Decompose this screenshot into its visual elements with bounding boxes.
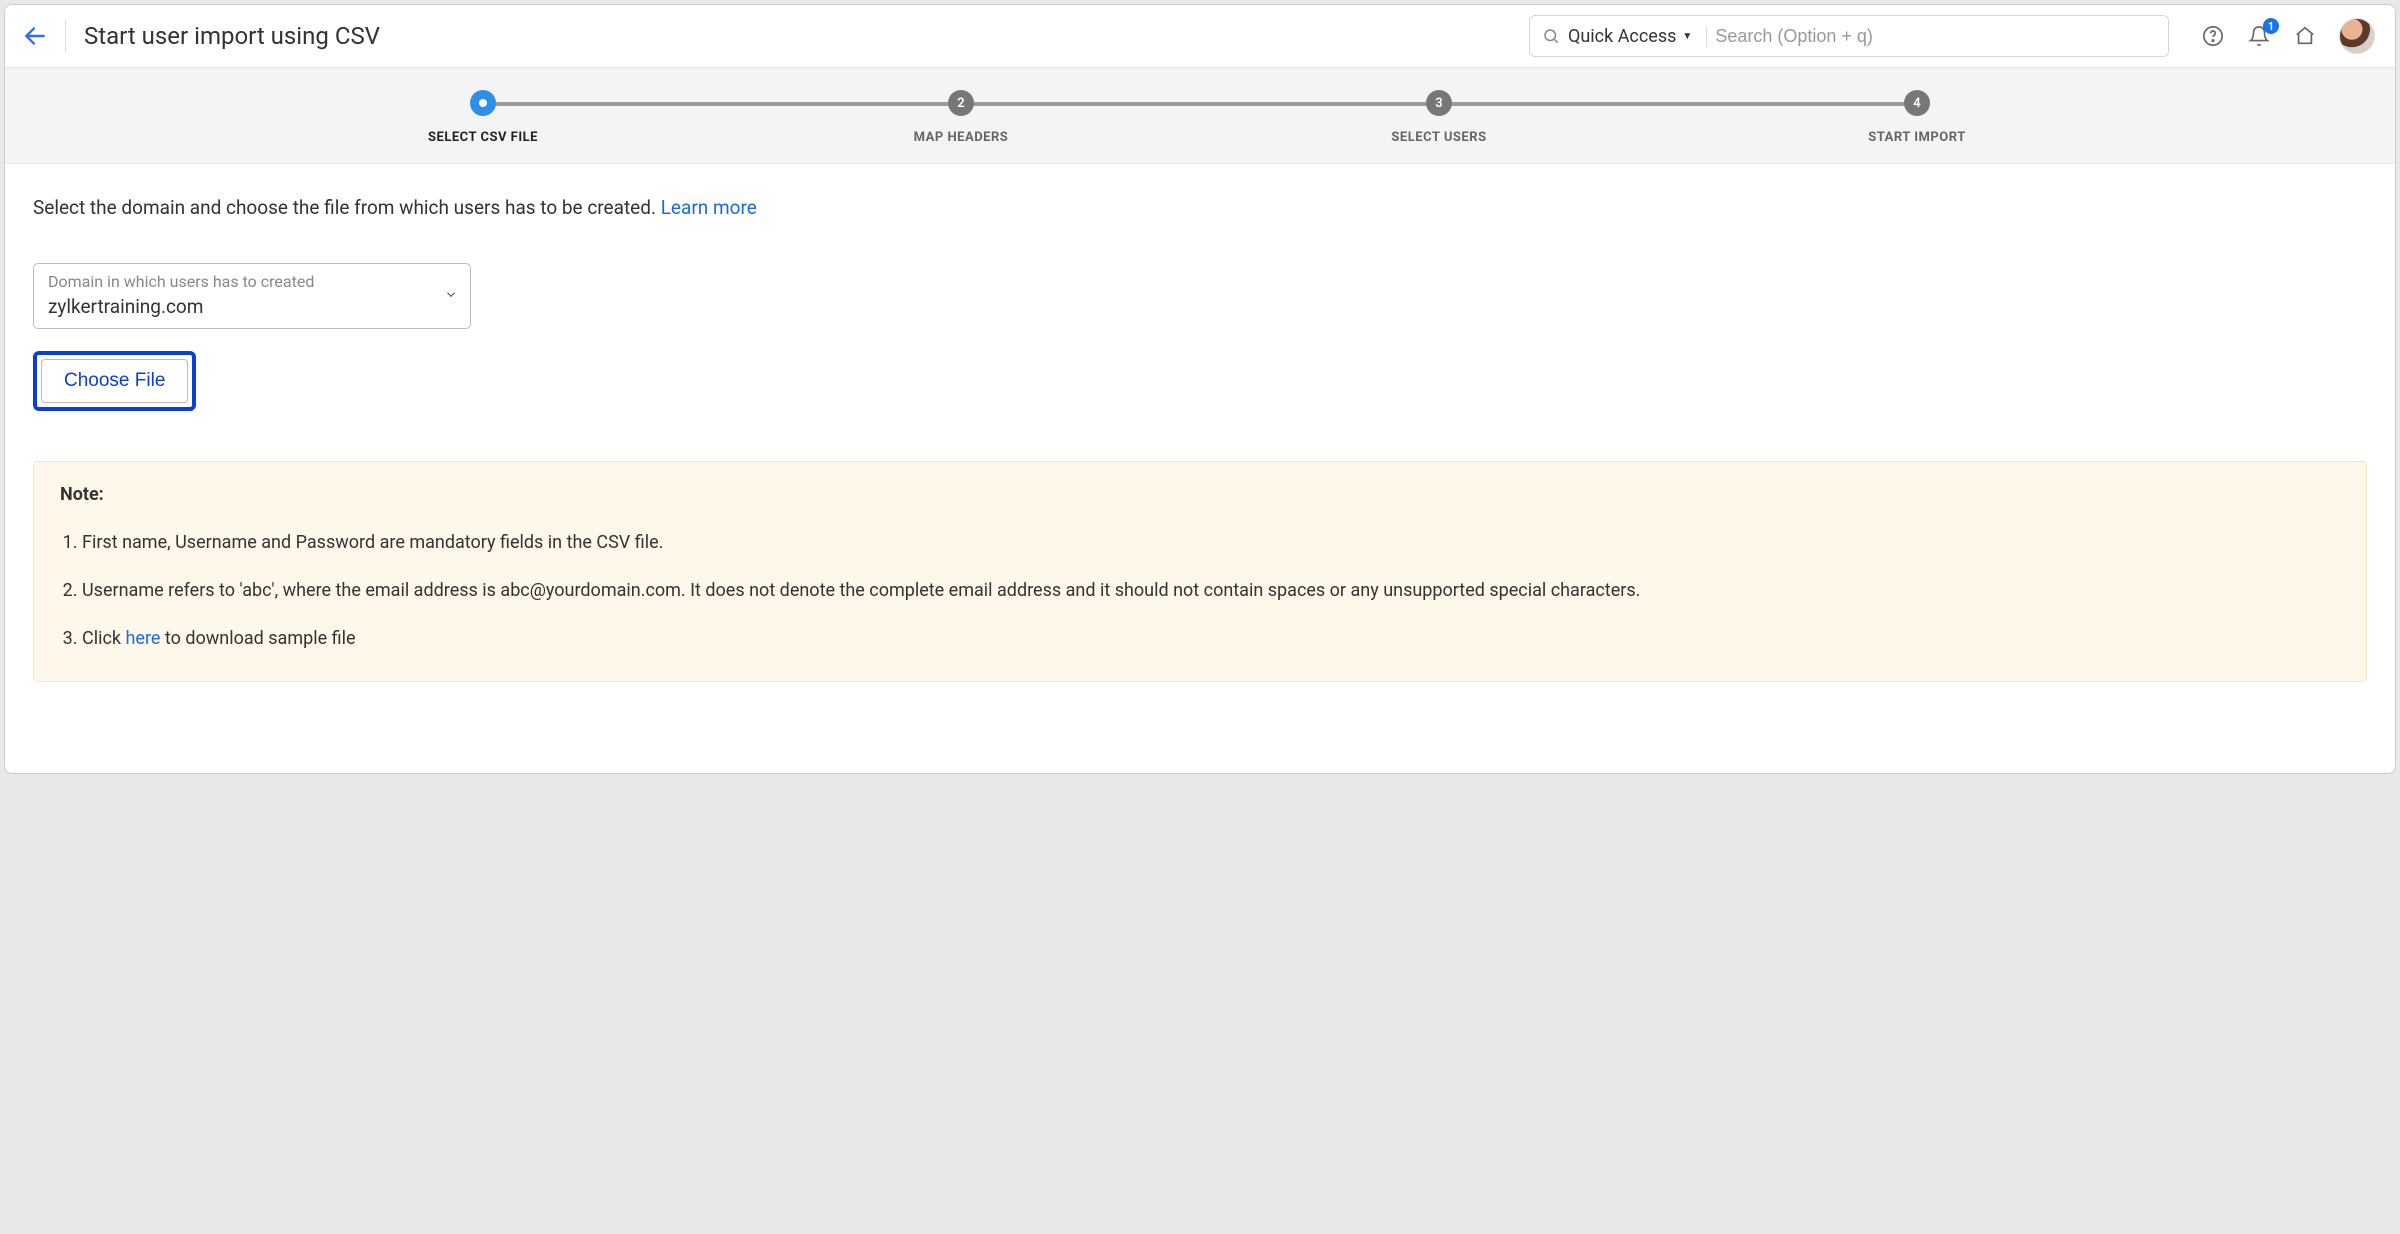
home-button[interactable] xyxy=(2293,24,2317,48)
domain-select-label: Domain in which users has to created xyxy=(48,272,432,291)
step-circle: 2 xyxy=(948,90,974,116)
note-text: Click xyxy=(82,628,125,649)
stepper: SELECT CSV FILE 2 MAP HEADERS 3 SELECT U… xyxy=(5,68,2395,164)
header-icons: 1 xyxy=(2201,18,2375,54)
content-area: Select the domain and choose the file fr… xyxy=(5,164,2395,714)
notifications-button[interactable]: 1 xyxy=(2247,24,2271,48)
step-map-headers[interactable]: 2 MAP HEADERS xyxy=(722,90,1200,145)
header-bar: Start user import using CSV Quick Access… xyxy=(5,5,2395,68)
note-item: Username refers to 'abc', where the emai… xyxy=(82,577,2340,605)
step-circle: 4 xyxy=(1904,90,1930,116)
instruction-pre: Select the domain and choose the file fr… xyxy=(33,196,661,219)
step-label: START IMPORT xyxy=(1678,130,2156,145)
note-item: First name, Username and Password are ma… xyxy=(82,529,2340,557)
back-button[interactable] xyxy=(19,20,51,52)
caret-down-icon: ▼ xyxy=(1682,31,1692,42)
step-label: MAP HEADERS xyxy=(722,130,1200,145)
home-icon xyxy=(2294,25,2316,47)
help-icon xyxy=(2202,25,2224,47)
choose-file-highlight: Choose File xyxy=(33,351,196,411)
choose-file-button[interactable]: Choose File xyxy=(41,359,188,403)
search-icon xyxy=(1542,27,1560,45)
domain-select-value: zylkertraining.com xyxy=(48,295,432,318)
avatar[interactable] xyxy=(2339,18,2375,54)
quick-access-label: Quick Access xyxy=(1568,26,1676,47)
download-sample-link[interactable]: here xyxy=(125,628,160,649)
step-label: SELECT USERS xyxy=(1200,130,1678,145)
step-select-csv[interactable]: SELECT CSV FILE xyxy=(244,90,722,145)
step-circle xyxy=(470,90,496,116)
note-heading: Note: xyxy=(60,484,2340,505)
step-circle: 3 xyxy=(1426,90,1452,116)
note-box: Note: First name, Username and Password … xyxy=(33,461,2367,682)
note-text: to download sample file xyxy=(160,628,355,649)
notification-badge: 1 xyxy=(2263,18,2279,34)
divider xyxy=(65,19,66,53)
arrow-left-icon xyxy=(22,23,48,49)
step-label: SELECT CSV FILE xyxy=(244,130,722,145)
quick-access-dropdown[interactable]: Quick Access ▼ xyxy=(1568,26,1707,47)
note-list: First name, Username and Password are ma… xyxy=(60,529,2340,653)
app-window: Start user import using CSV Quick Access… xyxy=(4,4,2396,774)
help-button[interactable] xyxy=(2201,24,2225,48)
note-item: Click here to download sample file xyxy=(82,625,2340,653)
step-select-users[interactable]: 3 SELECT USERS xyxy=(1200,90,1678,145)
page-title: Start user import using CSV xyxy=(84,22,380,50)
step-start-import[interactable]: 4 START IMPORT xyxy=(1678,90,2156,145)
learn-more-link[interactable]: Learn more xyxy=(661,196,757,219)
chevron-down-icon xyxy=(444,287,458,306)
instruction-text: Select the domain and choose the file fr… xyxy=(33,196,2367,219)
stepper-line xyxy=(483,102,1917,106)
search-input[interactable] xyxy=(1715,26,2156,47)
search-box[interactable]: Quick Access ▼ xyxy=(1529,15,2169,57)
domain-select[interactable]: Domain in which users has to created zyl… xyxy=(33,263,471,329)
